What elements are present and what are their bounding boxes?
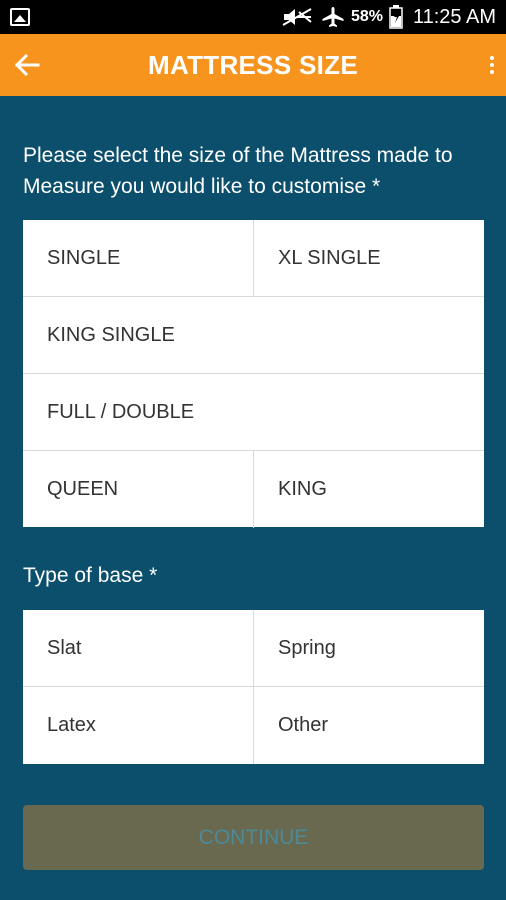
page-title: MATTRESS SIZE <box>148 50 358 80</box>
size-option-king[interactable]: KING <box>253 451 484 528</box>
base-option-slat[interactable]: Slat <box>23 610 253 686</box>
base-option-other[interactable]: Other <box>253 687 484 764</box>
mute-icon <box>281 7 315 27</box>
status-bar: 58% 11:25 AM <box>0 0 506 34</box>
base-row: Slat Spring <box>23 610 484 687</box>
size-row: FULL / DOUBLE <box>23 374 484 451</box>
size-row: KING SINGLE <box>23 297 484 374</box>
size-option-single[interactable]: SINGLE <box>23 220 253 296</box>
base-options: Slat Spring Latex Other <box>23 610 484 764</box>
battery-percentage: 58% <box>350 8 383 25</box>
continue-button[interactable]: CONTINUE <box>23 805 484 870</box>
status-icons: 58% 11:25 AM <box>281 0 496 34</box>
size-option-xl-single[interactable]: XL SINGLE <box>253 220 484 296</box>
size-option-full-double[interactable]: FULL / DOUBLE <box>23 374 484 450</box>
size-option-queen[interactable]: QUEEN <box>23 451 253 528</box>
airplane-icon <box>321 6 345 28</box>
clock: 11:25 AM <box>412 5 496 28</box>
app-bar: MATTRESS SIZE <box>0 34 506 96</box>
more-vert-icon[interactable] <box>484 50 500 80</box>
base-type-label: Type of base * <box>23 564 158 587</box>
battery-icon <box>389 5 403 29</box>
base-option-spring[interactable]: Spring <box>253 610 484 686</box>
size-row: SINGLE XL SINGLE <box>23 220 484 297</box>
size-options: SINGLE XL SINGLE KING SINGLE FULL / DOUB… <box>23 220 484 528</box>
size-row: QUEEN KING <box>23 451 484 528</box>
base-option-latex[interactable]: Latex <box>23 687 253 764</box>
size-prompt: Please select the size of the Mattress m… <box>23 144 453 198</box>
base-row: Latex Other <box>23 687 484 764</box>
size-option-king-single[interactable]: KING SINGLE <box>23 297 484 373</box>
gallery-icon <box>10 8 30 26</box>
